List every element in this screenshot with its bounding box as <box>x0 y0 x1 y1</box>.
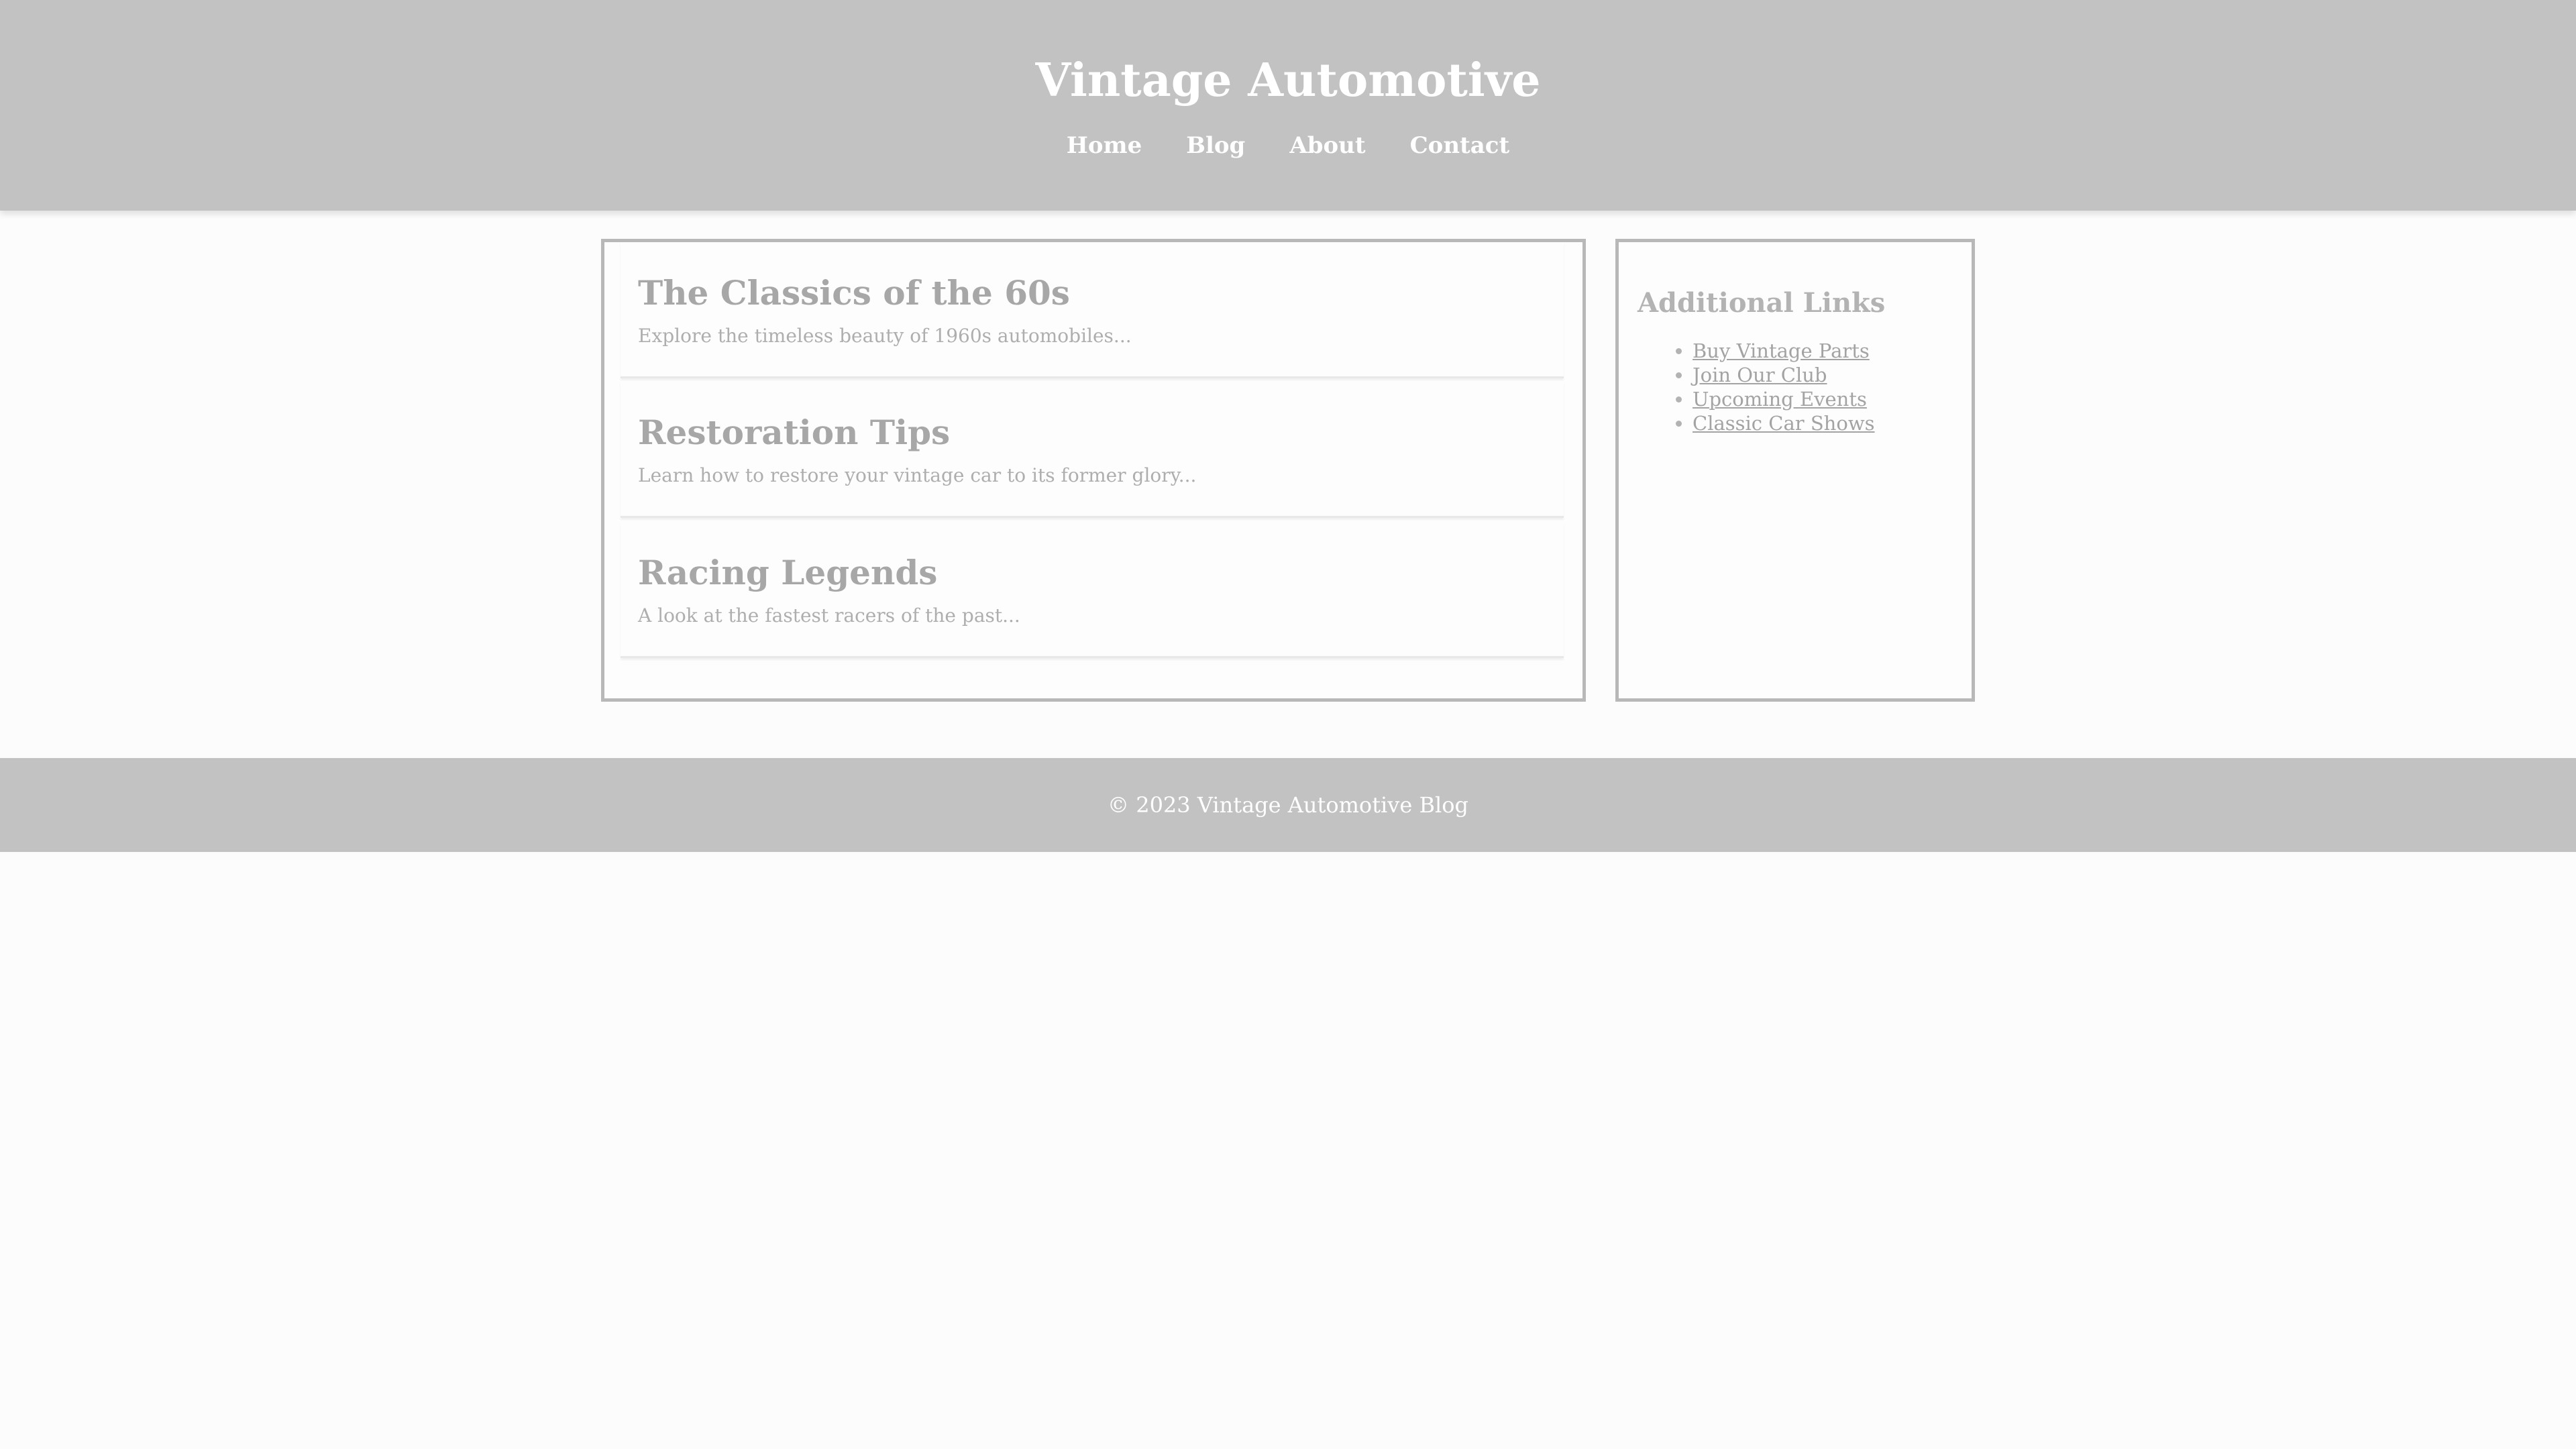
list-item: Upcoming Events <box>1693 387 1875 411</box>
blog-post-card: Restoration Tips Learn how to restore yo… <box>621 382 1564 518</box>
nav-home-link[interactable]: Home <box>1067 129 1142 162</box>
nav-contact-link[interactable]: Contact <box>1410 129 1510 162</box>
site-footer: © 2023 Vintage Automotive Blog <box>0 758 2576 852</box>
post-title: The Classics of the 60s <box>638 273 1070 313</box>
post-title: Racing Legends <box>638 553 938 592</box>
classic-car-shows-link[interactable]: Classic Car Shows <box>1693 412 1875 435</box>
post-excerpt: A look at the fastest racers of the past… <box>638 604 1020 627</box>
nav-blog-link[interactable]: Blog <box>1186 129 1245 162</box>
list-item: Buy Vintage Parts <box>1693 339 1875 363</box>
blog-posts-panel: The Classics of the 60s Explore the time… <box>601 239 1586 702</box>
main-navigation: Home Blog About Contact <box>0 129 2576 162</box>
site-header: Vintage Automotive Home Blog About Conta… <box>0 0 2576 211</box>
buy-vintage-parts-link[interactable]: Buy Vintage Parts <box>1693 339 1870 362</box>
post-excerpt: Explore the timeless beauty of 1960s aut… <box>638 325 1132 347</box>
sidebar: Additional Links Buy Vintage Parts Join … <box>1615 239 1975 702</box>
post-title: Restoration Tips <box>638 413 951 452</box>
site-title: Vintage Automotive <box>1035 54 1541 107</box>
upcoming-events-link[interactable]: Upcoming Events <box>1693 388 1867 411</box>
blog-post-card: Racing Legends A look at the fastest rac… <box>621 522 1564 658</box>
join-our-club-link[interactable]: Join Our Club <box>1693 364 1827 386</box>
sidebar-title: Additional Links <box>1638 287 1886 319</box>
blog-post-card: The Classics of the 60s Explore the time… <box>621 242 1564 378</box>
post-excerpt: Learn how to restore your vintage car to… <box>638 464 1197 486</box>
additional-links-list: Buy Vintage Parts Join Our Club Upcoming… <box>1693 339 1875 435</box>
nav-about-link[interactable]: About <box>1289 129 1365 162</box>
list-item: Classic Car Shows <box>1693 411 1875 435</box>
footer-copyright: © 2023 Vintage Automotive Blog <box>1108 792 1468 818</box>
list-item: Join Our Club <box>1693 363 1875 387</box>
